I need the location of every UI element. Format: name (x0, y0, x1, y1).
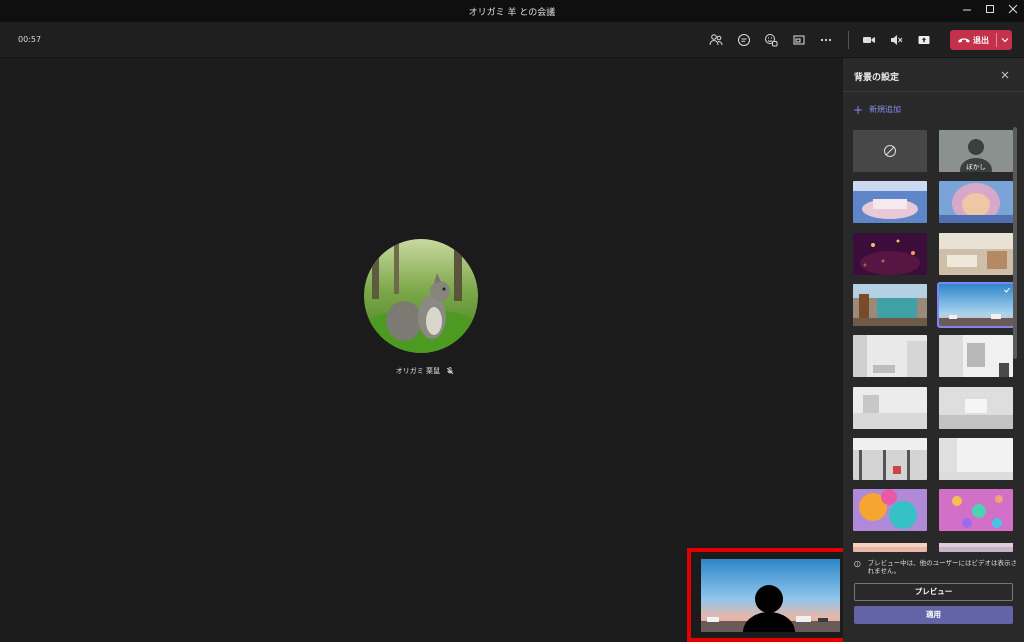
preview-notice-text: プレビュー中は、他のユーザーにはビデオは表示されません。 (867, 559, 1018, 575)
apply-button[interactable]: 適用 (854, 606, 1013, 624)
leave-button[interactable]: 退出 (950, 30, 1012, 50)
hang-up-icon (958, 38, 970, 43)
bg-option-15[interactable] (853, 489, 927, 531)
bg-option-17[interactable] (853, 540, 927, 552)
bg-option-13[interactable] (853, 438, 927, 480)
leave-divider (996, 33, 997, 47)
preview-button[interactable]: プレビュー (854, 583, 1013, 601)
share-icon[interactable] (915, 31, 933, 49)
blur-label: ぼかし (966, 163, 986, 171)
leave-label: 退出 (973, 35, 989, 45)
reactions-icon[interactable] (762, 31, 780, 49)
bg-option-9[interactable] (853, 335, 927, 377)
bg-option-none[interactable] (853, 130, 927, 172)
bg-option-14[interactable] (939, 438, 1013, 480)
caller-name-row: オリガミ 栗鼠 (380, 366, 470, 376)
bg-option-16[interactable] (939, 489, 1013, 531)
call-timer: 00:57 (18, 35, 42, 44)
caller-avatar (364, 239, 478, 353)
bg-option-4[interactable] (939, 181, 1013, 223)
bg-option-7[interactable] (853, 284, 927, 326)
minimize-icon[interactable] (960, 4, 974, 18)
bg-option-blur[interactable]: ぼかし (939, 130, 1013, 172)
maximize-icon[interactable] (983, 4, 997, 18)
more-icon[interactable] (817, 31, 835, 49)
plus-icon: + (853, 102, 864, 117)
mute-icon[interactable] (887, 31, 905, 49)
no-background-icon (884, 145, 896, 157)
panel-title: 背景の設定 (854, 73, 900, 83)
add-new-label: 新規追加 (869, 105, 902, 114)
bg-option-3[interactable] (853, 181, 927, 223)
bg-option-18[interactable] (939, 540, 1013, 552)
toolbar-divider (848, 31, 849, 49)
bg-option-11[interactable] (853, 387, 927, 429)
chat-icon[interactable] (735, 31, 753, 49)
title-bar: オリガミ 羊 との会議 (0, 0, 1024, 22)
share-tray-icon[interactable] (790, 31, 808, 49)
camera-icon[interactable] (860, 31, 878, 49)
panel-scrollbar[interactable] (1013, 127, 1017, 359)
window-title: オリガミ 羊 との会議 (468, 8, 556, 18)
mic-off-icon (446, 367, 454, 375)
bg-option-12[interactable] (939, 387, 1013, 429)
participants-icon[interactable] (707, 31, 725, 49)
bg-option-8-selected[interactable] (937, 282, 1015, 328)
self-preview-highlight (687, 548, 853, 642)
close-window-icon[interactable] (1006, 4, 1020, 18)
panel-divider (843, 91, 1024, 92)
call-stage: オリガミ 栗鼠 (0, 58, 853, 642)
chevron-down-icon[interactable] (1000, 33, 1010, 47)
self-video-preview[interactable] (701, 559, 840, 632)
checkmark-icon (1004, 287, 1010, 293)
bg-option-5[interactable] (853, 233, 927, 275)
close-icon[interactable] (999, 69, 1011, 81)
caller-name: オリガミ 栗鼠 (395, 367, 440, 375)
preview-notice: プレビュー中は、他のユーザーにはビデオは表示されません。 (854, 559, 1019, 575)
info-icon (854, 560, 861, 568)
meeting-toolbar: 00:57 退出 (0, 22, 1024, 58)
bg-option-10[interactable] (939, 335, 1013, 377)
bg-option-6[interactable] (939, 233, 1013, 275)
add-new-button[interactable]: + 新規追加 (853, 102, 902, 117)
